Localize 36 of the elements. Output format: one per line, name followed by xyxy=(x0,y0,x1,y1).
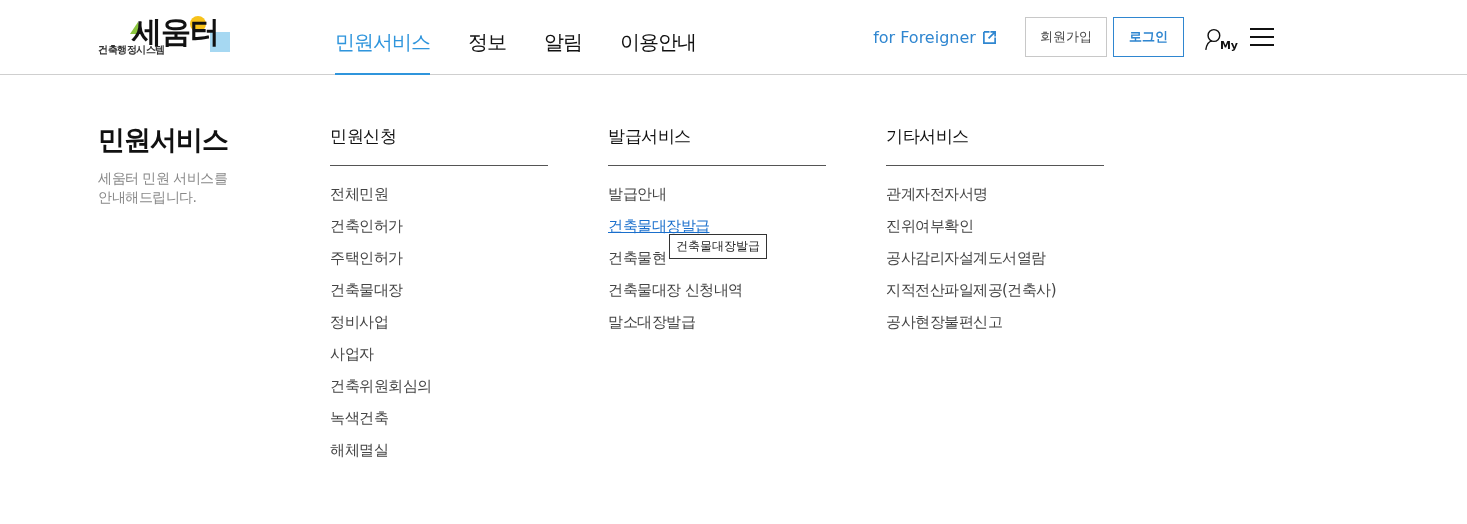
menu-link[interactable]: 정비사업 xyxy=(330,313,388,331)
nav-tab[interactable]: 정보 xyxy=(468,0,506,75)
column-heading: 발급서비스 xyxy=(608,123,826,166)
menu-link[interactable]: 전체민원 xyxy=(330,185,388,203)
login-button[interactable]: 로그인 xyxy=(1112,17,1184,57)
menu-link[interactable]: 공사현장불편신고 xyxy=(886,313,1002,331)
logo-subtitle: 건축행정시스템 xyxy=(98,44,165,57)
menu-link[interactable]: 지적전산파일제공(건축사) xyxy=(886,281,1057,299)
menu-link[interactable]: 말소대장발급 xyxy=(608,313,695,331)
menu-link[interactable]: 건축인허가 xyxy=(330,217,403,235)
signup-button[interactable]: 회원가입 xyxy=(1024,17,1107,57)
menu-link[interactable]: 건축물대장발급 xyxy=(608,217,710,235)
person-icon xyxy=(1203,28,1222,52)
menu-link[interactable]: 진위여부확인 xyxy=(886,217,973,235)
menu-link[interactable]: 건축물현 xyxy=(608,249,666,267)
nav-tab[interactable]: 알림 xyxy=(544,0,582,75)
menu-link[interactable]: 주택인허가 xyxy=(330,249,403,267)
column-heading: 기타서비스 xyxy=(886,123,1104,166)
menu-link[interactable]: 건축위원회심의 xyxy=(330,377,432,395)
menu-link[interactable]: 건축물대장 신청내역 xyxy=(608,281,743,299)
menu-link[interactable]: 관계자전자서명 xyxy=(886,185,988,203)
nav-tab[interactable]: 이용안내 xyxy=(620,0,696,75)
menu-link[interactable]: 건축물대장 xyxy=(330,281,403,299)
menu-link[interactable]: 발급안내 xyxy=(608,185,666,203)
external-link-icon xyxy=(981,29,997,45)
menu-description: 세움터 민원 서비스를 안내해드립니다. xyxy=(98,169,229,207)
menu-title: 민원서비스 xyxy=(98,123,229,157)
menu-link[interactable]: 공사감리자설계도서열람 xyxy=(886,249,1046,267)
foreigner-link[interactable]: for Foreigner xyxy=(873,27,997,47)
menu-icon[interactable] xyxy=(1250,28,1274,46)
menu-link[interactable]: 녹색건축 xyxy=(330,409,388,427)
menu-link[interactable]: 해체멸실 xyxy=(330,441,388,459)
my-page-link[interactable]: My xyxy=(1203,22,1238,52)
menu-link[interactable]: 사업자 xyxy=(330,345,374,363)
tooltip: 건축물대장발급 xyxy=(669,234,767,259)
column-heading: 민원신청 xyxy=(330,123,548,166)
